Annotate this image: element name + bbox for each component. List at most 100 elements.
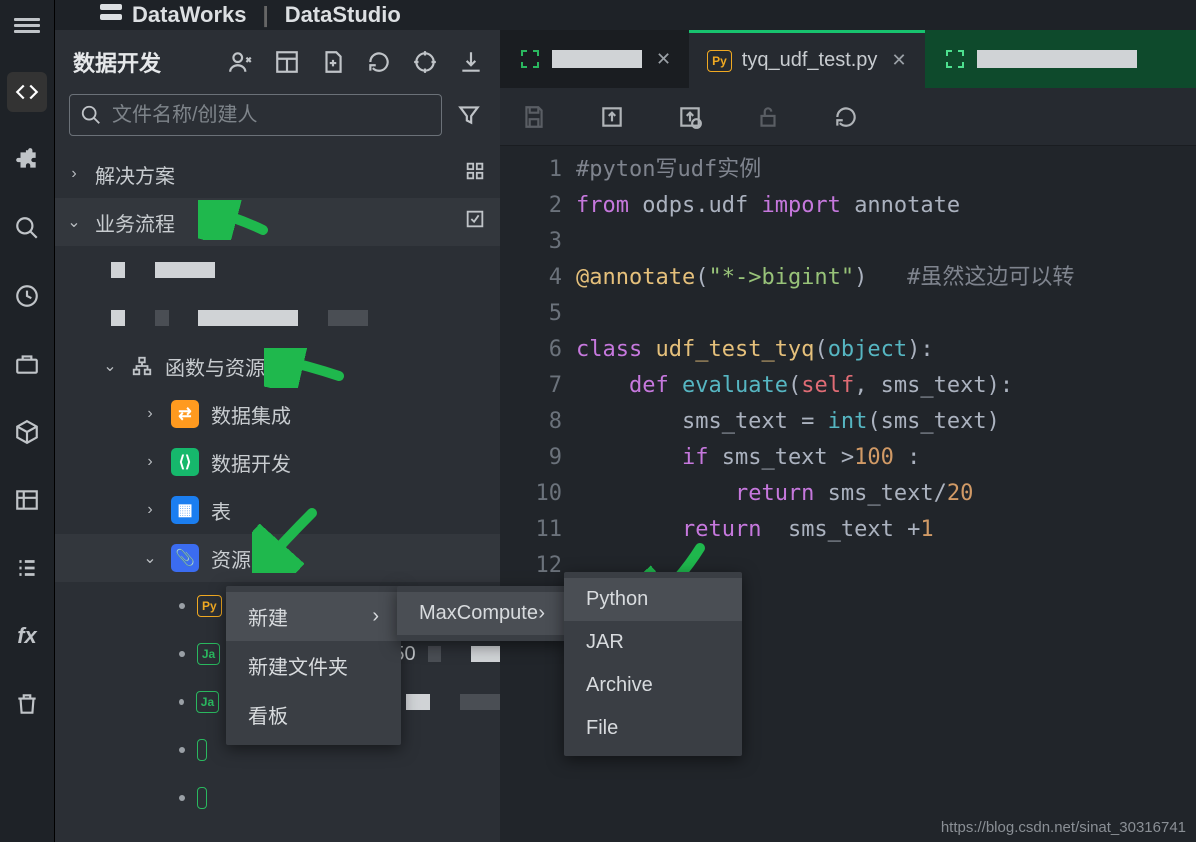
jar-badge: Ja [197, 643, 220, 665]
context-menu: 新建 › 新建文件夹 看板 [226, 586, 401, 745]
badge-icon [197, 787, 207, 809]
close-icon[interactable]: ✕ [891, 50, 906, 71]
ctx-label: 看板 [248, 700, 288, 729]
ctx-file[interactable]: File [564, 707, 742, 750]
tab-filename: tyq_udf_test.py [742, 49, 878, 72]
context-submenu-type: Python JAR Archive File [564, 572, 742, 756]
chevron-right-icon: › [141, 501, 159, 519]
transfer-icon: ⇄ [171, 400, 199, 428]
cube-icon[interactable] [7, 412, 47, 452]
tree-workflow[interactable]: ⌄ 业务流程 [55, 198, 500, 246]
tab-active-file[interactable]: Py tyq_udf_test.py ✕ [689, 30, 924, 88]
tree-label: 函数与资源 [165, 352, 265, 381]
search-input[interactable] [112, 104, 431, 127]
list-icon[interactable] [7, 548, 47, 588]
ctx-label: File [586, 717, 618, 740]
ctx-jar[interactable]: JAR [564, 621, 742, 664]
tab-green-icon [518, 47, 542, 71]
filter-icon[interactable] [452, 98, 486, 132]
ctx-new-folder[interactable]: 新建文件夹 [226, 641, 401, 690]
ctx-python[interactable]: Python [564, 578, 742, 621]
puzzle-icon[interactable] [7, 140, 47, 180]
new-file-icon[interactable] [320, 49, 346, 75]
bullet-icon [179, 699, 184, 705]
tree-data-dev[interactable]: › ⟨⟩ 数据开发 [55, 438, 500, 486]
editor-toolbar [500, 88, 1196, 146]
clock-icon[interactable] [7, 276, 47, 316]
tab-green-icon [943, 47, 967, 71]
user-icon[interactable] [228, 49, 254, 75]
bullet-icon [179, 795, 185, 801]
ctx-label: 新建 [248, 602, 288, 631]
context-submenu-engine: MaxCompute › [397, 586, 567, 641]
submit-icon[interactable] [598, 103, 626, 131]
ctx-new[interactable]: 新建 › [226, 592, 401, 641]
sitemap-icon [131, 355, 153, 377]
briefcase-icon[interactable] [7, 344, 47, 384]
lock-icon[interactable] [754, 103, 782, 131]
search-icon[interactable] [7, 208, 47, 248]
table-icon[interactable] [7, 480, 47, 520]
bullet-icon [179, 603, 185, 609]
bullet-icon [179, 651, 185, 657]
ctx-label: Python [586, 588, 648, 611]
grid-icon[interactable] [464, 160, 486, 188]
chevron-right-icon: › [372, 605, 379, 628]
ctx-maxcompute[interactable]: MaxCompute › [397, 592, 567, 635]
ctx-label: 新建文件夹 [248, 651, 348, 680]
table-badge-icon: ▦ [171, 496, 199, 524]
resource-item[interactable] [55, 774, 500, 822]
topbar: DataWorks | DataStudio [55, 0, 1196, 30]
tree-label: 数据集成 [211, 400, 291, 429]
py-badge-icon: Py [707, 50, 732, 72]
badge-icon [197, 739, 207, 761]
ctx-label: MaxCompute [419, 602, 538, 625]
tab-redacted-2[interactable] [925, 30, 1196, 88]
chevron-right-icon: › [538, 602, 545, 625]
tree-data-integration[interactable]: › ⇄ 数据集成 [55, 390, 500, 438]
icon-rail: fx [0, 0, 55, 842]
code-badge-icon: ⟨⟩ [171, 448, 199, 476]
ctx-kanban[interactable]: 看板 [226, 690, 401, 739]
chevron-right-icon: › [65, 165, 83, 183]
bullet-icon [179, 747, 185, 753]
tree-resources[interactable]: ⌄ 📎 资源 [55, 534, 500, 582]
watermark: https://blog.csdn.net/sinat_30316741 [941, 819, 1186, 836]
submit-unlock-icon[interactable] [676, 103, 704, 131]
layout-icon[interactable] [274, 49, 300, 75]
save-icon[interactable] [520, 103, 548, 131]
jar-badge: Ja [196, 691, 219, 713]
sidebar-title: 数据开发 [73, 46, 161, 78]
code-icon[interactable] [7, 72, 47, 112]
refresh-icon[interactable] [832, 103, 860, 131]
search-box[interactable] [69, 94, 442, 136]
fx-icon[interactable]: fx [7, 616, 47, 656]
ctx-archive[interactable]: Archive [564, 664, 742, 707]
target-icon[interactable] [412, 49, 438, 75]
chevron-down-icon: ⌄ [141, 548, 159, 568]
hamburger-icon[interactable] [7, 4, 47, 44]
close-icon[interactable]: ✕ [656, 49, 671, 70]
tree-label: 解决方案 [95, 160, 175, 189]
checklist-icon[interactable] [464, 208, 486, 236]
brand-icon [100, 4, 122, 26]
tree-label: 数据开发 [211, 448, 291, 477]
tree-item-redacted[interactable] [55, 246, 500, 294]
chevron-right-icon: › [141, 453, 159, 471]
tab-bar: ✕ Py tyq_udf_test.py ✕ [500, 30, 1196, 88]
refresh-icon[interactable] [366, 49, 392, 75]
py-badge: Py [197, 595, 222, 617]
tree-label: 业务流程 [95, 208, 175, 237]
brand-sub: DataStudio [285, 2, 401, 28]
trash-icon[interactable] [7, 684, 47, 724]
tree-tables[interactable]: › ▦ 表 [55, 486, 500, 534]
import-icon[interactable] [458, 49, 484, 75]
search-icon [80, 104, 102, 126]
tree-solutions[interactable]: › 解决方案 [55, 150, 500, 198]
tree-func-resources[interactable]: ⌄ 函数与资源 [55, 342, 500, 390]
chevron-down-icon: ⌄ [101, 356, 119, 376]
tab-redacted-1[interactable]: ✕ [500, 30, 689, 88]
tree-label: 资源 [211, 544, 251, 573]
tree-item-redacted[interactable] [55, 294, 500, 342]
ctx-label: Archive [586, 674, 653, 697]
